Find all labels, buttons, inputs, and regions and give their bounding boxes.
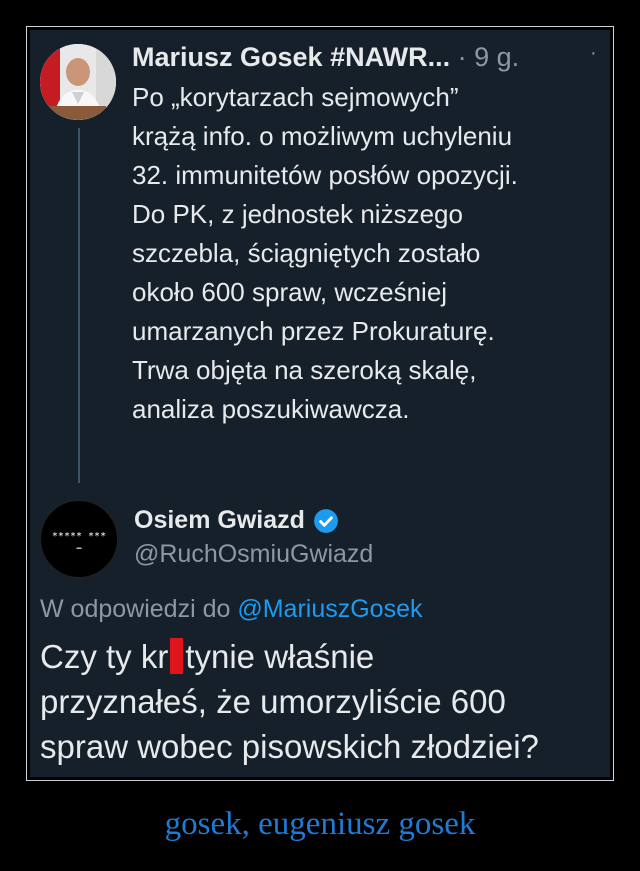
censor-bar <box>170 638 184 674</box>
tweet-line: Do PK, z jednostek niższego <box>132 199 463 229</box>
tweet-line: 32. immunitetów posłów opozycji. <box>132 160 518 190</box>
tweet-text: Po „korytarzach sejmowych” krążą info. o… <box>132 78 602 429</box>
tweet-line: około 600 spraw, wcześniej <box>132 277 448 307</box>
avatar-stars-text: ***** *** <box>51 531 107 542</box>
reply-display-name[interactable]: Osiem Gwiazd <box>134 506 305 535</box>
tweet-card: Mariusz Gosek #NAWR... · 9 g. · Po „kory… <box>30 30 610 777</box>
reply-line-1-start: Czy ty kr <box>40 638 169 675</box>
reply-avatar[interactable]: ***** *** ▬ <box>40 500 118 578</box>
tweet-line: analiza poszukiwawcza. <box>132 394 410 424</box>
reply-text: Czy ty kr tynie właśnie przyznałeś, że um… <box>40 634 605 769</box>
in-reply-to: W odpowiedzi do @MariuszGosek <box>40 595 423 624</box>
reply-line-2: przyznałeś, że umorzyliście 600 <box>40 683 506 720</box>
author-avatar[interactable] <box>40 44 116 120</box>
thread-connector-line <box>78 128 80 483</box>
tweet-line: szczebla, ściągniętych zostało <box>132 238 481 268</box>
avatar-mark: ▬ <box>76 545 82 551</box>
tweet-line: Po „korytarzach sejmowych” <box>132 82 459 112</box>
in-reply-mention-link[interactable]: @MariuszGosek <box>237 595 422 623</box>
reply-handle[interactable]: @RuchOsmiuGwiazd <box>134 540 373 569</box>
reply-author-row: Osiem Gwiazd <box>134 506 339 535</box>
author-name[interactable]: Mariusz Gosek #NAWR... <box>132 42 450 72</box>
person-avatar-icon <box>40 44 116 120</box>
tweet-time[interactable]: 9 g. <box>474 42 519 72</box>
tweet-header: Mariusz Gosek #NAWR... · 9 g. <box>132 42 519 73</box>
reply-line-3: spraw wobec pisowskich złodziei? <box>40 728 539 765</box>
demotivator-caption: gosek, eugeniusz gosek <box>164 806 476 842</box>
verified-badge-icon <box>313 508 338 533</box>
in-reply-prefix: W odpowiedzi do <box>40 595 231 623</box>
reply-line-1: Czy ty kr tynie właśnie <box>40 634 605 679</box>
tweet-line: krążą info. o możliwym uchyleniu <box>132 121 513 151</box>
more-options-icon[interactable]: · <box>590 42 597 65</box>
tweet-line: umarzanych przez Prokuraturę. <box>132 316 495 346</box>
separator: · <box>457 42 467 72</box>
reply-line-1-end: tynie właśnie <box>185 638 375 675</box>
tweet-line: Trwa objęta na szeroką skalę, <box>132 355 477 385</box>
